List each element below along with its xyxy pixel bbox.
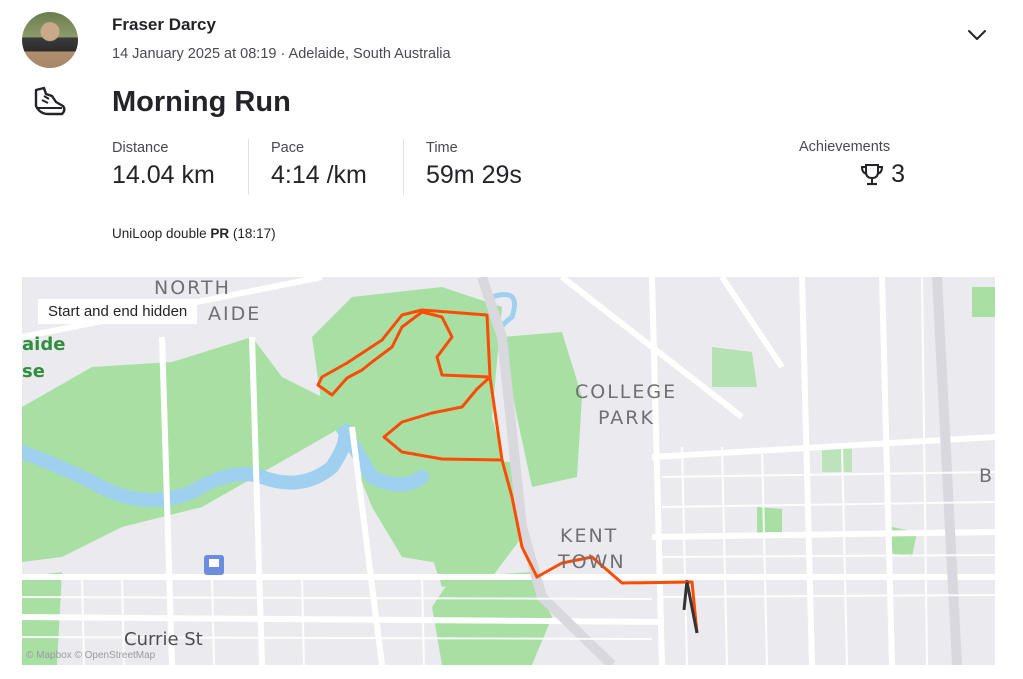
stat-divider: [403, 139, 404, 195]
stat-value: 59m 29s: [426, 161, 522, 189]
stat-label: Pace: [271, 140, 305, 156]
achievements[interactable]: Achievements 3: [799, 139, 905, 189]
stat-label: Time: [426, 140, 458, 156]
route-map[interactable]: NORTH AIDE COLLEGE PARK KENT TOWN Currie…: [22, 277, 995, 665]
chevron-down-icon[interactable]: [966, 24, 988, 46]
athlete-avatar[interactable]: [22, 12, 78, 68]
stat-distance: Distance 14.04 km: [112, 140, 215, 190]
trophy-icon: [861, 163, 884, 185]
stat-time: Time 59m 29s: [426, 140, 522, 190]
stat-label: Distance: [112, 140, 169, 156]
map-label-park: PARK: [598, 407, 655, 429]
activity-title: Morning Run: [112, 86, 291, 118]
map-attribution[interactable]: © Mapbox © OpenStreetMap: [26, 650, 155, 661]
privacy-label: Start and end hidden: [38, 299, 198, 324]
segment-name: UniLoop double: [112, 226, 211, 241]
map-label-college: COLLEGE: [575, 381, 678, 403]
map-label-aide: AIDE: [208, 303, 262, 325]
map-label-north: NORTH: [154, 277, 231, 299]
segment-pr-line[interactable]: UniLoop double PR (18:17): [112, 226, 276, 241]
map-label-aide-green: aide: [22, 334, 66, 355]
map-label-kent: KENT: [560, 525, 619, 547]
stat-value: 14.04 km: [112, 161, 215, 189]
map-canvas: [22, 277, 995, 665]
map-label-se: se: [22, 361, 45, 382]
map-label-b: B: [979, 465, 993, 487]
achievements-label: Achievements: [799, 139, 891, 155]
stat-divider: [248, 139, 249, 195]
map-label-town: TOWN: [558, 551, 626, 573]
running-shoe-icon: [34, 86, 66, 116]
map-label-currie-st: Currie St: [124, 629, 203, 650]
athlete-name[interactable]: Fraser Darcy: [112, 15, 216, 35]
stat-pace: Pace 4:14 /km: [271, 140, 367, 190]
achievements-count: 3: [891, 160, 905, 188]
pr-badge: PR: [210, 226, 230, 241]
segment-time: (18:17): [229, 226, 276, 241]
activity-date-location: 14 January 2025 at 08:19 · Adelaide, Sou…: [112, 46, 451, 62]
stat-value: 4:14 /km: [271, 161, 367, 189]
